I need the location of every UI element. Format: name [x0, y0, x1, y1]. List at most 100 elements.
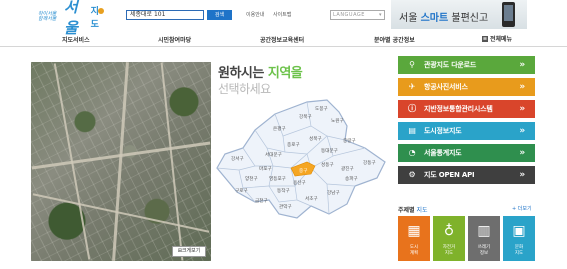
theme-more-link[interactable]: + 더보기: [512, 205, 532, 212]
district-label[interactable]: 동대문구: [321, 147, 338, 154]
document-icon: ▤: [408, 126, 416, 135]
banner-text-after: 불편신고: [448, 13, 489, 24]
menu-item-statistics-map[interactable]: ◔ 서울통계지도 »: [398, 144, 535, 162]
menu-item-label: 항공사진서비스: [424, 83, 468, 91]
theme-tile-waste-info[interactable]: ▥ 쓰레기 정보: [468, 216, 500, 261]
search-input[interactable]: 세종대로 101: [126, 10, 204, 20]
district-label[interactable]: 송파구: [345, 175, 358, 182]
theme-tile-label: 도시 계획: [409, 245, 419, 256]
district-label[interactable]: 강남구: [327, 189, 340, 196]
nav-item-citizen-participation[interactable]: 시민참여마당: [158, 35, 191, 44]
smart-report-banner[interactable]: 서울 스마트 불편신고: [391, 0, 527, 29]
theme-tile-label: 쓰레기 정보: [477, 245, 491, 256]
logo-tagline: 하이서울 함께서울: [38, 12, 64, 22]
info-icon: ⓘ: [408, 104, 416, 113]
menu-item-ground-info-system[interactable]: ⓘ 지반정보통합관리시스템 »: [398, 100, 535, 118]
menu-item-label: 관광지도 다운로드: [424, 61, 477, 69]
enlarge-label: 크게보기: [181, 248, 201, 254]
main-nav: 지도서비스 시민참여마당 공간정보교육센터 분야별 공간정보 ≡ 전체메뉴: [0, 31, 567, 47]
banner-text: 서울 스마트 불편신고: [399, 9, 488, 24]
district-label[interactable]: 광진구: [341, 165, 354, 172]
culture-icon: ▣: [512, 223, 526, 239]
theme-tile-bicycle-map[interactable]: ♁ 자전거 지도: [433, 216, 465, 261]
chevron-down-icon: ▾: [378, 12, 382, 18]
district-label[interactable]: 용산구: [293, 179, 306, 186]
site-logo[interactable]: 하이서울 함께서울 서울 지도: [38, 0, 106, 37]
menu-item-city-info-map[interactable]: ▤ 도시정보지도 »: [398, 122, 535, 140]
gear-icon: ⚙: [408, 170, 416, 179]
theme-tile-label: 자전거 지도: [442, 245, 456, 256]
logo-tagline-line2: 함께서울: [38, 16, 57, 22]
menu-item-tour-map-download[interactable]: ⚲ 관광지도 다운로드 »: [398, 56, 535, 74]
nav-item-map-service[interactable]: 지도서비스: [62, 35, 90, 44]
map-subtitle: 선택하세요: [218, 82, 271, 96]
district-label[interactable]: 금천구: [255, 197, 268, 204]
service-menu: ⚲ 관광지도 다운로드 » ✈ 항공사진서비스 » ⓘ 지반정보통합관리시스템 …: [398, 56, 535, 188]
menu-item-label: 서울통계지도: [424, 149, 462, 157]
district-label[interactable]: 양천구: [245, 175, 258, 182]
menu-grid-icon: ≡: [482, 35, 488, 42]
aerial-photo[interactable]: [31, 62, 211, 261]
location-pin-icon: ⚲: [409, 60, 415, 69]
nav-item-spatial-info[interactable]: 분야별 공간정보: [374, 35, 415, 44]
all-menu-button[interactable]: ≡ 전체메뉴: [482, 34, 512, 43]
theme-map-title: 주제별 지도: [398, 205, 428, 214]
district-label[interactable]: 관악구: [279, 203, 292, 210]
language-select[interactable]: LANGUAGE ▾: [330, 10, 385, 20]
seoul-district-map: 도봉구 노원구 강북구 성북구 중랑구 은평구 종로구 동대문구 서대문구 중구…: [216, 99, 386, 219]
aerial-road: [32, 193, 210, 233]
aerial-road: [160, 62, 184, 261]
menu-item-label: 도시정보지도: [424, 127, 462, 135]
theme-tile-urban-planning[interactable]: ▦ 도시 계획: [398, 216, 430, 261]
district-label[interactable]: 성동구: [321, 161, 334, 168]
district-label[interactable]: 동작구: [277, 187, 290, 194]
language-select-value: LANGUAGE: [333, 12, 365, 18]
theme-tile-label: 문화 지도: [514, 245, 524, 256]
district-label[interactable]: 노원구: [331, 117, 344, 124]
theme-map-tiles: ▦ 도시 계획 ♁ 자전거 지도 ▥ 쓰레기 정보 ▣ 문화 지도: [398, 216, 535, 261]
double-chevron-right-icon: »: [519, 148, 525, 158]
sitemap-link[interactable]: 사이트맵: [273, 11, 291, 18]
double-chevron-right-icon: »: [519, 126, 525, 136]
theme-title-sub: 지도: [414, 207, 428, 214]
menu-item-open-api[interactable]: ⚙ 지도 OPEN API »: [398, 166, 535, 184]
district-label[interactable]: 강서구: [231, 155, 244, 162]
district-label[interactable]: 강북구: [299, 113, 312, 120]
nav-item-education-center[interactable]: 공간정보교육센터: [260, 35, 304, 44]
theme-title-text: 주제별: [398, 207, 415, 214]
district-label[interactable]: 은평구: [273, 125, 286, 132]
theme-tile-culture-map[interactable]: ▣ 문화 지도: [503, 216, 535, 261]
banner-text-before: 서울: [399, 13, 421, 24]
logo-sun-icon: [98, 8, 104, 14]
building-icon: ▦: [407, 223, 421, 239]
district-label-selected[interactable]: 중구: [299, 168, 307, 174]
map-title: 원하시는 지역을: [218, 62, 303, 81]
district-label[interactable]: 영등포구: [269, 175, 286, 182]
double-chevron-right-icon: »: [519, 104, 525, 114]
menu-item-label: 지반정보통합관리시스템: [424, 105, 493, 113]
district-label[interactable]: 성북구: [309, 135, 322, 142]
district-label[interactable]: 서초구: [305, 195, 318, 202]
district-label[interactable]: 구로구: [235, 188, 248, 194]
district-label[interactable]: 중랑구: [343, 137, 356, 144]
menu-item-label: 지도 OPEN API: [424, 171, 475, 179]
map-title-highlight: 지역을: [267, 66, 303, 81]
menu-item-aerial-photo-service[interactable]: ✈ 항공사진서비스 »: [398, 78, 535, 96]
search-button[interactable]: 검색: [207, 10, 232, 20]
district-label[interactable]: 강동구: [363, 159, 376, 166]
smartphone-icon: [502, 2, 515, 27]
bicycle-icon: ♁: [443, 223, 455, 239]
banner-text-highlight: 스마트: [420, 13, 449, 24]
district-label[interactable]: 종로구: [287, 142, 300, 148]
double-chevron-right-icon: »: [519, 82, 525, 92]
double-chevron-right-icon: »: [519, 170, 525, 180]
district-label[interactable]: 마포구: [259, 165, 272, 172]
district-label[interactable]: 서대문구: [265, 151, 282, 158]
district-label[interactable]: 도봉구: [315, 106, 328, 112]
help-link[interactable]: 이용안내: [246, 11, 264, 18]
aerial-road: [112, 62, 129, 261]
enlarge-button[interactable]: ⊞크게보기: [172, 246, 206, 257]
trash-bin-icon: ▥: [477, 223, 491, 239]
map-title-text: 원하시는: [218, 66, 268, 81]
all-menu-label: 전체메뉴: [490, 36, 513, 43]
